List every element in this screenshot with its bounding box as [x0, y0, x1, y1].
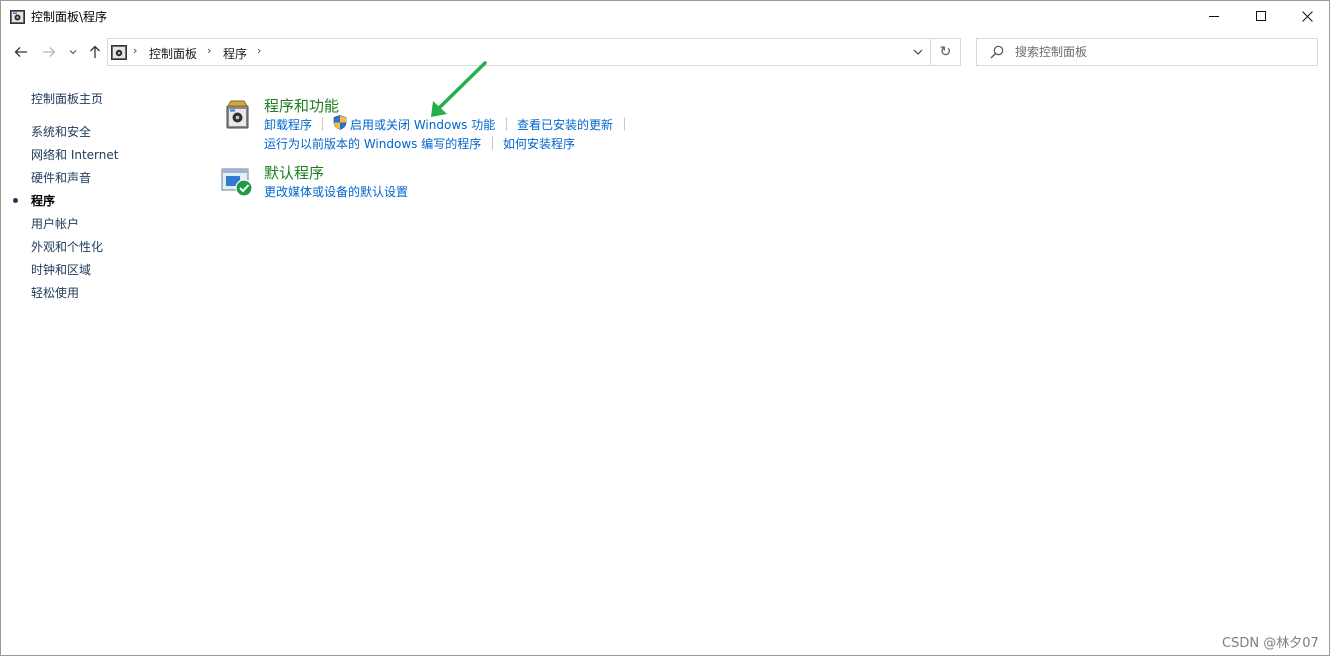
breadcrumb-control-panel[interactable]: 控制面板	[149, 45, 197, 62]
arrow-left-icon	[14, 47, 27, 57]
media-device-defaults-link[interactable]: 更改媒体或设备的默认设置	[264, 183, 408, 200]
close-button[interactable]	[1284, 1, 1330, 32]
arrow-right-icon	[43, 47, 56, 57]
back-button[interactable]	[11, 42, 31, 62]
installed-updates-link[interactable]: 查看已安装的更新	[517, 116, 613, 133]
compatibility-programs-link[interactable]: 运行为以前版本的 Windows 编写的程序	[264, 135, 481, 152]
address-bar[interactable]: › 控制面板 › 程序 ›	[107, 38, 931, 66]
up-button[interactable]	[85, 42, 105, 62]
control-panel-icon	[111, 45, 127, 60]
link-divider	[492, 136, 493, 150]
breadcrumb-programs[interactable]: 程序	[223, 45, 247, 62]
programs-features-icon[interactable]	[222, 98, 254, 130]
link-divider	[506, 117, 507, 131]
maximize-icon	[1255, 11, 1266, 21]
minimize-button[interactable]	[1191, 1, 1237, 32]
sidebar-item-programs[interactable]: 程序	[31, 192, 55, 209]
minimize-icon	[1208, 16, 1219, 17]
how-to-install-link[interactable]: 如何安装程序	[503, 135, 575, 152]
sidebar-item-system-security[interactable]: 系统和安全	[31, 123, 91, 140]
watermark-text: CSDN @林夕07	[1222, 636, 1319, 651]
link-divider	[322, 117, 323, 131]
sidebar-item-user-accounts[interactable]: 用户帐户	[31, 215, 79, 232]
close-icon	[1301, 11, 1313, 22]
category-title-programs-features[interactable]: 程序和功能	[264, 95, 339, 116]
arrow-up-icon	[90, 45, 100, 58]
uac-shield-icon	[333, 115, 347, 130]
control-panel-icon	[10, 10, 25, 24]
chevron-down-icon	[913, 49, 923, 55]
recent-locations-button[interactable]	[65, 42, 81, 62]
search-icon	[990, 45, 1004, 59]
chevron-down-icon	[69, 50, 77, 55]
breadcrumb-separator-icon[interactable]: ›	[207, 44, 211, 57]
search-input[interactable]	[1015, 43, 1305, 61]
link-divider	[624, 117, 625, 131]
breadcrumb-separator-icon[interactable]: ›	[133, 44, 137, 57]
uninstall-program-link[interactable]: 卸载程序	[264, 116, 312, 133]
maximize-button[interactable]	[1238, 1, 1284, 32]
category-title-default-programs[interactable]: 默认程序	[264, 162, 324, 183]
window-title: 控制面板\程序	[31, 10, 108, 24]
control-panel-window: 控制面板\程序 › 控制面板 › 程序 › ↻ 搜索控制面板 控制面板主页 系统…	[0, 0, 1330, 656]
breadcrumb-separator-icon[interactable]: ›	[257, 44, 261, 57]
navigation-bar: › 控制面板 › 程序 › ↻	[1, 36, 1329, 68]
sidebar-item-appearance[interactable]: 外观和个性化	[31, 238, 103, 255]
title-bar: 控制面板\程序	[1, 1, 1329, 32]
address-dropdown-button[interactable]	[908, 41, 928, 63]
search-box[interactable]	[976, 38, 1318, 66]
refresh-button[interactable]: ↻	[931, 38, 961, 66]
forward-button[interactable]	[39, 42, 59, 62]
sidebar-item-home[interactable]: 控制面板主页	[31, 90, 103, 107]
sidebar-item-network-internet[interactable]: 网络和 Internet	[31, 146, 118, 163]
refresh-icon: ↻	[939, 44, 952, 60]
active-item-bullet	[13, 198, 18, 203]
sidebar-item-clock-region[interactable]: 时钟和区域	[31, 261, 91, 278]
sidebar-item-ease-of-access[interactable]: 轻松使用	[31, 284, 79, 301]
sidebar-item-hardware-sound[interactable]: 硬件和声音	[31, 169, 91, 186]
annotation-arrow-icon	[431, 61, 487, 117]
default-programs-icon[interactable]	[221, 165, 253, 197]
